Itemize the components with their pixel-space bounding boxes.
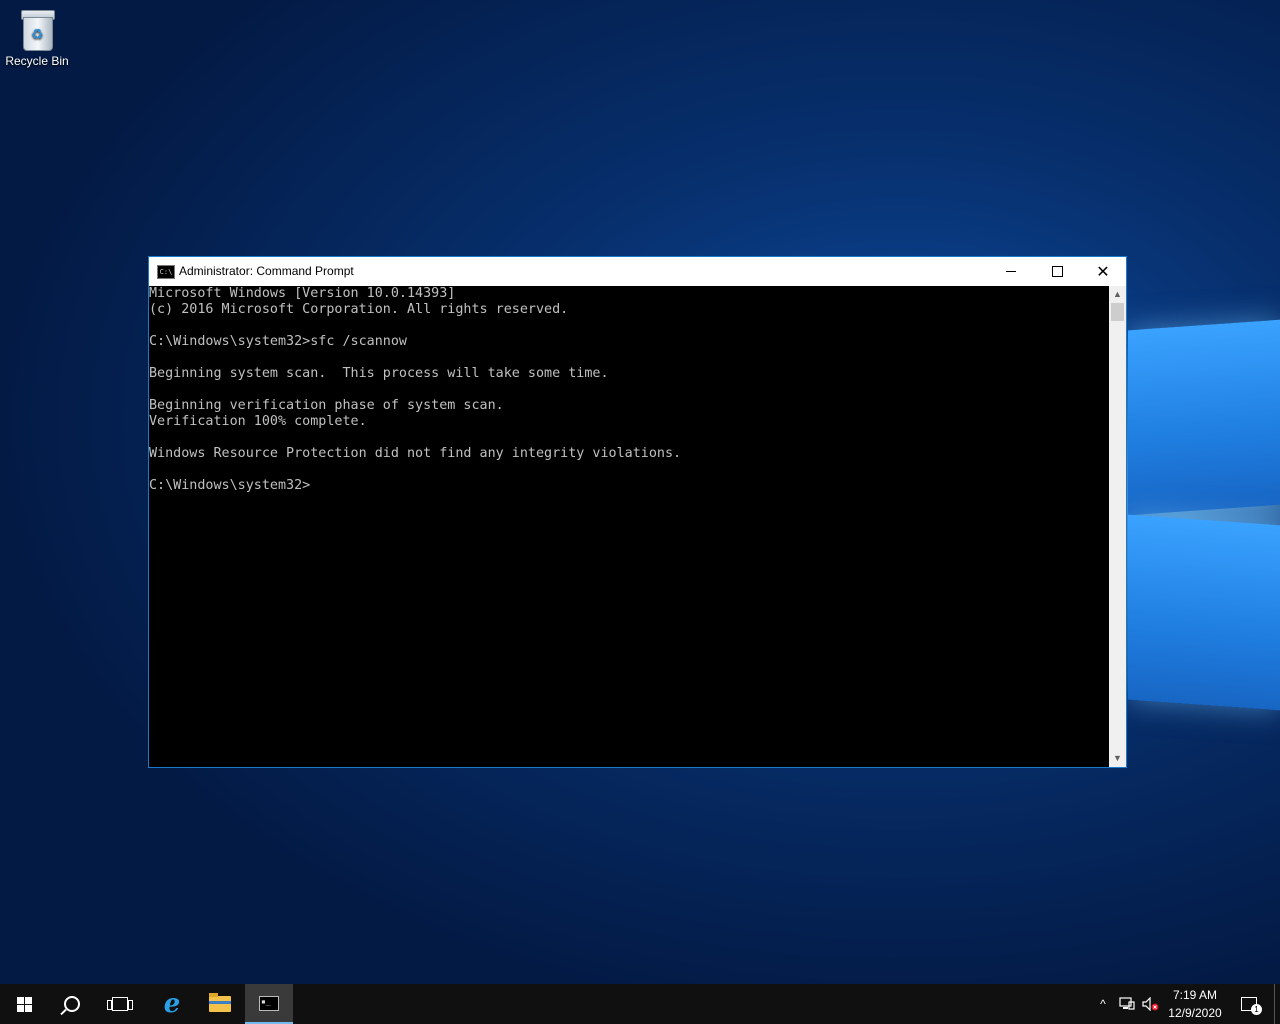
wallpaper-window-pane xyxy=(1128,514,1280,711)
recycle-bin-icon: ♻ xyxy=(19,8,55,51)
action-center-button[interactable]: 1 xyxy=(1232,984,1266,1024)
task-view-button[interactable] xyxy=(96,984,144,1024)
internet-explorer-icon: e xyxy=(163,989,181,1019)
command-prompt-icon: ▪_ xyxy=(259,995,279,1011)
network-icon xyxy=(1119,997,1135,1010)
taskbar: e ▪_ ^ 7:19 AM 12/9/2020 1 xyxy=(0,984,1280,1024)
notification-count: 1 xyxy=(1251,1004,1262,1015)
start-icon xyxy=(16,996,32,1012)
maximize-icon xyxy=(1051,266,1063,277)
taskbar-internet-explorer[interactable]: e xyxy=(148,984,196,1024)
task-view-icon xyxy=(107,997,133,1011)
scroll-thumb[interactable] xyxy=(1111,303,1124,321)
network-tray-button[interactable] xyxy=(1116,984,1138,1024)
command-prompt-window[interactable]: C:\ Administrator: Command Prompt ✕ Micr… xyxy=(148,256,1127,768)
maximize-button[interactable] xyxy=(1034,257,1080,286)
start-button[interactable] xyxy=(0,984,48,1024)
desktop-icon-recycle-bin[interactable]: ♻ Recycle Bin xyxy=(4,6,70,68)
cmd-icon[interactable]: C:\ xyxy=(157,265,175,279)
search-button[interactable] xyxy=(48,984,96,1024)
console-output[interactable]: Microsoft Windows [Version 10.0.14393] (… xyxy=(149,286,1109,767)
minimize-icon xyxy=(1006,271,1016,272)
scroll-down-icon[interactable]: ▼ xyxy=(1109,750,1126,767)
show-desktop-button[interactable] xyxy=(1274,984,1280,1024)
show-hidden-icons-button[interactable]: ^ xyxy=(1092,984,1114,1024)
minimize-button[interactable] xyxy=(988,257,1034,286)
file-explorer-icon xyxy=(209,993,231,1012)
volume-muted-icon xyxy=(1142,997,1159,1011)
close-button[interactable]: ✕ xyxy=(1080,257,1126,286)
clock-date: 12/9/2020 xyxy=(1168,1006,1222,1020)
scroll-up-icon[interactable]: ▲ xyxy=(1109,286,1126,303)
wallpaper-window-pane xyxy=(1128,319,1280,516)
window-title: Administrator: Command Prompt xyxy=(179,264,354,278)
taskbar-file-explorer[interactable] xyxy=(196,984,244,1024)
notification-icon: 1 xyxy=(1241,997,1262,1015)
clock[interactable]: 7:19 AM 12/9/2020 xyxy=(1162,986,1228,1022)
close-icon: ✕ xyxy=(1096,262,1110,281)
vertical-scrollbar[interactable]: ▲ ▼ xyxy=(1109,286,1126,767)
search-icon xyxy=(64,996,80,1012)
taskbar-command-prompt[interactable]: ▪_ xyxy=(245,984,293,1024)
desktop-icon-label: Recycle Bin xyxy=(5,54,69,68)
chevron-up-icon: ^ xyxy=(1100,997,1106,1011)
console-text: Microsoft Windows [Version 10.0.14393] (… xyxy=(149,286,682,493)
clock-time: 7:19 AM xyxy=(1172,988,1218,1002)
title-bar[interactable]: C:\ Administrator: Command Prompt ✕ xyxy=(149,257,1126,286)
volume-tray-button[interactable] xyxy=(1140,984,1162,1024)
